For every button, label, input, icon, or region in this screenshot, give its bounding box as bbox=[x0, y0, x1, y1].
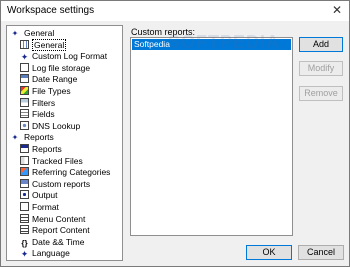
tree-item[interactable]: Date Range bbox=[20, 74, 77, 85]
tree-item[interactable]: ✦ Language bbox=[20, 248, 70, 259]
tree-item-label: Reports bbox=[24, 132, 54, 143]
tree-item[interactable]: Custom reports bbox=[20, 178, 91, 190]
custom-reports-list[interactable]: Softpedia bbox=[130, 37, 293, 236]
format-icon bbox=[20, 202, 29, 211]
tree-item-label: Format bbox=[32, 202, 59, 212]
fields-icon bbox=[20, 109, 29, 119]
tree-item[interactable]: {} Date && Time bbox=[20, 237, 84, 248]
tree-item-label: Language bbox=[32, 248, 70, 259]
gear-icon: ✦ bbox=[11, 29, 19, 38]
tree-item-label: Date && Time bbox=[32, 236, 85, 247]
star-icon: ✦ bbox=[20, 52, 29, 63]
tree-item-label: Referring Categories bbox=[32, 167, 111, 178]
report-content-icon bbox=[20, 225, 29, 235]
tree-item-label: Date Range bbox=[32, 74, 78, 85]
tree-item[interactable]: Fields bbox=[20, 109, 55, 120]
gear-icon: ✦ bbox=[11, 133, 19, 143]
tree-item-label: Tracked Files bbox=[32, 155, 83, 166]
remove-button[interactable]: Remove bbox=[299, 86, 343, 101]
tree-item[interactable]: Tracked Files bbox=[20, 155, 83, 167]
cancel-button[interactable]: Cancel bbox=[298, 245, 344, 260]
tree-item[interactable]: Output bbox=[20, 190, 58, 201]
add-button[interactable]: Add bbox=[299, 37, 343, 52]
ok-button[interactable]: OK bbox=[246, 245, 292, 260]
braces-icon: {} bbox=[21, 238, 28, 248]
window-title: Workspace settings bbox=[7, 5, 95, 16]
tracked-files-icon bbox=[20, 155, 29, 165]
tree-item-label: Report Content bbox=[32, 225, 90, 236]
tree-item[interactable]: Format bbox=[20, 202, 59, 213]
tree-item[interactable]: Reports bbox=[20, 144, 62, 155]
tree-item-label: DNS Lookup bbox=[32, 120, 81, 131]
tree-item[interactable]: File Types bbox=[20, 86, 71, 97]
report-icon bbox=[20, 144, 29, 153]
tree-item-label: Custom reports bbox=[32, 178, 91, 189]
referring-icon bbox=[20, 167, 29, 177]
tree-item-label: Log file storage bbox=[32, 62, 91, 73]
tree-item-label: Output bbox=[32, 190, 58, 201]
custom-reports-icon bbox=[20, 178, 29, 188]
language-icon: ✦ bbox=[20, 249, 29, 260]
menu-content-icon bbox=[20, 213, 29, 223]
close-icon[interactable]: ✕ bbox=[331, 4, 343, 16]
tree-item-label: Reports bbox=[32, 144, 62, 154]
palette-icon bbox=[20, 86, 29, 95]
tree-item[interactable]: ✦ Reports bbox=[10, 132, 54, 143]
output-icon bbox=[20, 190, 29, 200]
tree-item-label: Custom Log Format bbox=[32, 51, 108, 62]
tree-item[interactable]: DNS Lookup bbox=[20, 120, 81, 132]
tree-item[interactable]: ✦ General bbox=[10, 28, 55, 39]
grid-icon bbox=[20, 39, 29, 49]
dns-icon bbox=[20, 120, 29, 130]
watermark: SOFTPEDIA bbox=[168, 32, 281, 52]
filter-icon bbox=[20, 97, 29, 107]
tree-item[interactable]: Log file storage bbox=[20, 62, 91, 74]
document-icon bbox=[20, 62, 29, 72]
modify-button[interactable]: Modify bbox=[299, 61, 343, 76]
tree-item[interactable]: Filters bbox=[20, 97, 56, 109]
table-icon bbox=[20, 74, 29, 84]
tree-item-label: Filters bbox=[32, 97, 56, 108]
tree-item-label: General bbox=[24, 28, 55, 38]
tree-item[interactable]: ✦ Custom Log Format bbox=[20, 51, 107, 62]
tree-item[interactable]: Menu Content bbox=[20, 213, 86, 225]
settings-tree[interactable]: ✦ General General ✦ Custom Log Format Log fil… bbox=[6, 25, 123, 261]
tree-item-label: File Types bbox=[32, 86, 71, 96]
tree-item-label: Fields bbox=[32, 109, 55, 120]
tree-item-label: Menu Content bbox=[32, 213, 86, 224]
tree-item[interactable]: Report Content bbox=[20, 225, 90, 236]
title-bar: Workspace settings ✕ bbox=[1, 1, 349, 21]
tree-item-label: General bbox=[32, 38, 67, 51]
tree-item[interactable]: Referring Categories bbox=[20, 167, 110, 178]
tree-item[interactable]: General bbox=[20, 38, 67, 51]
